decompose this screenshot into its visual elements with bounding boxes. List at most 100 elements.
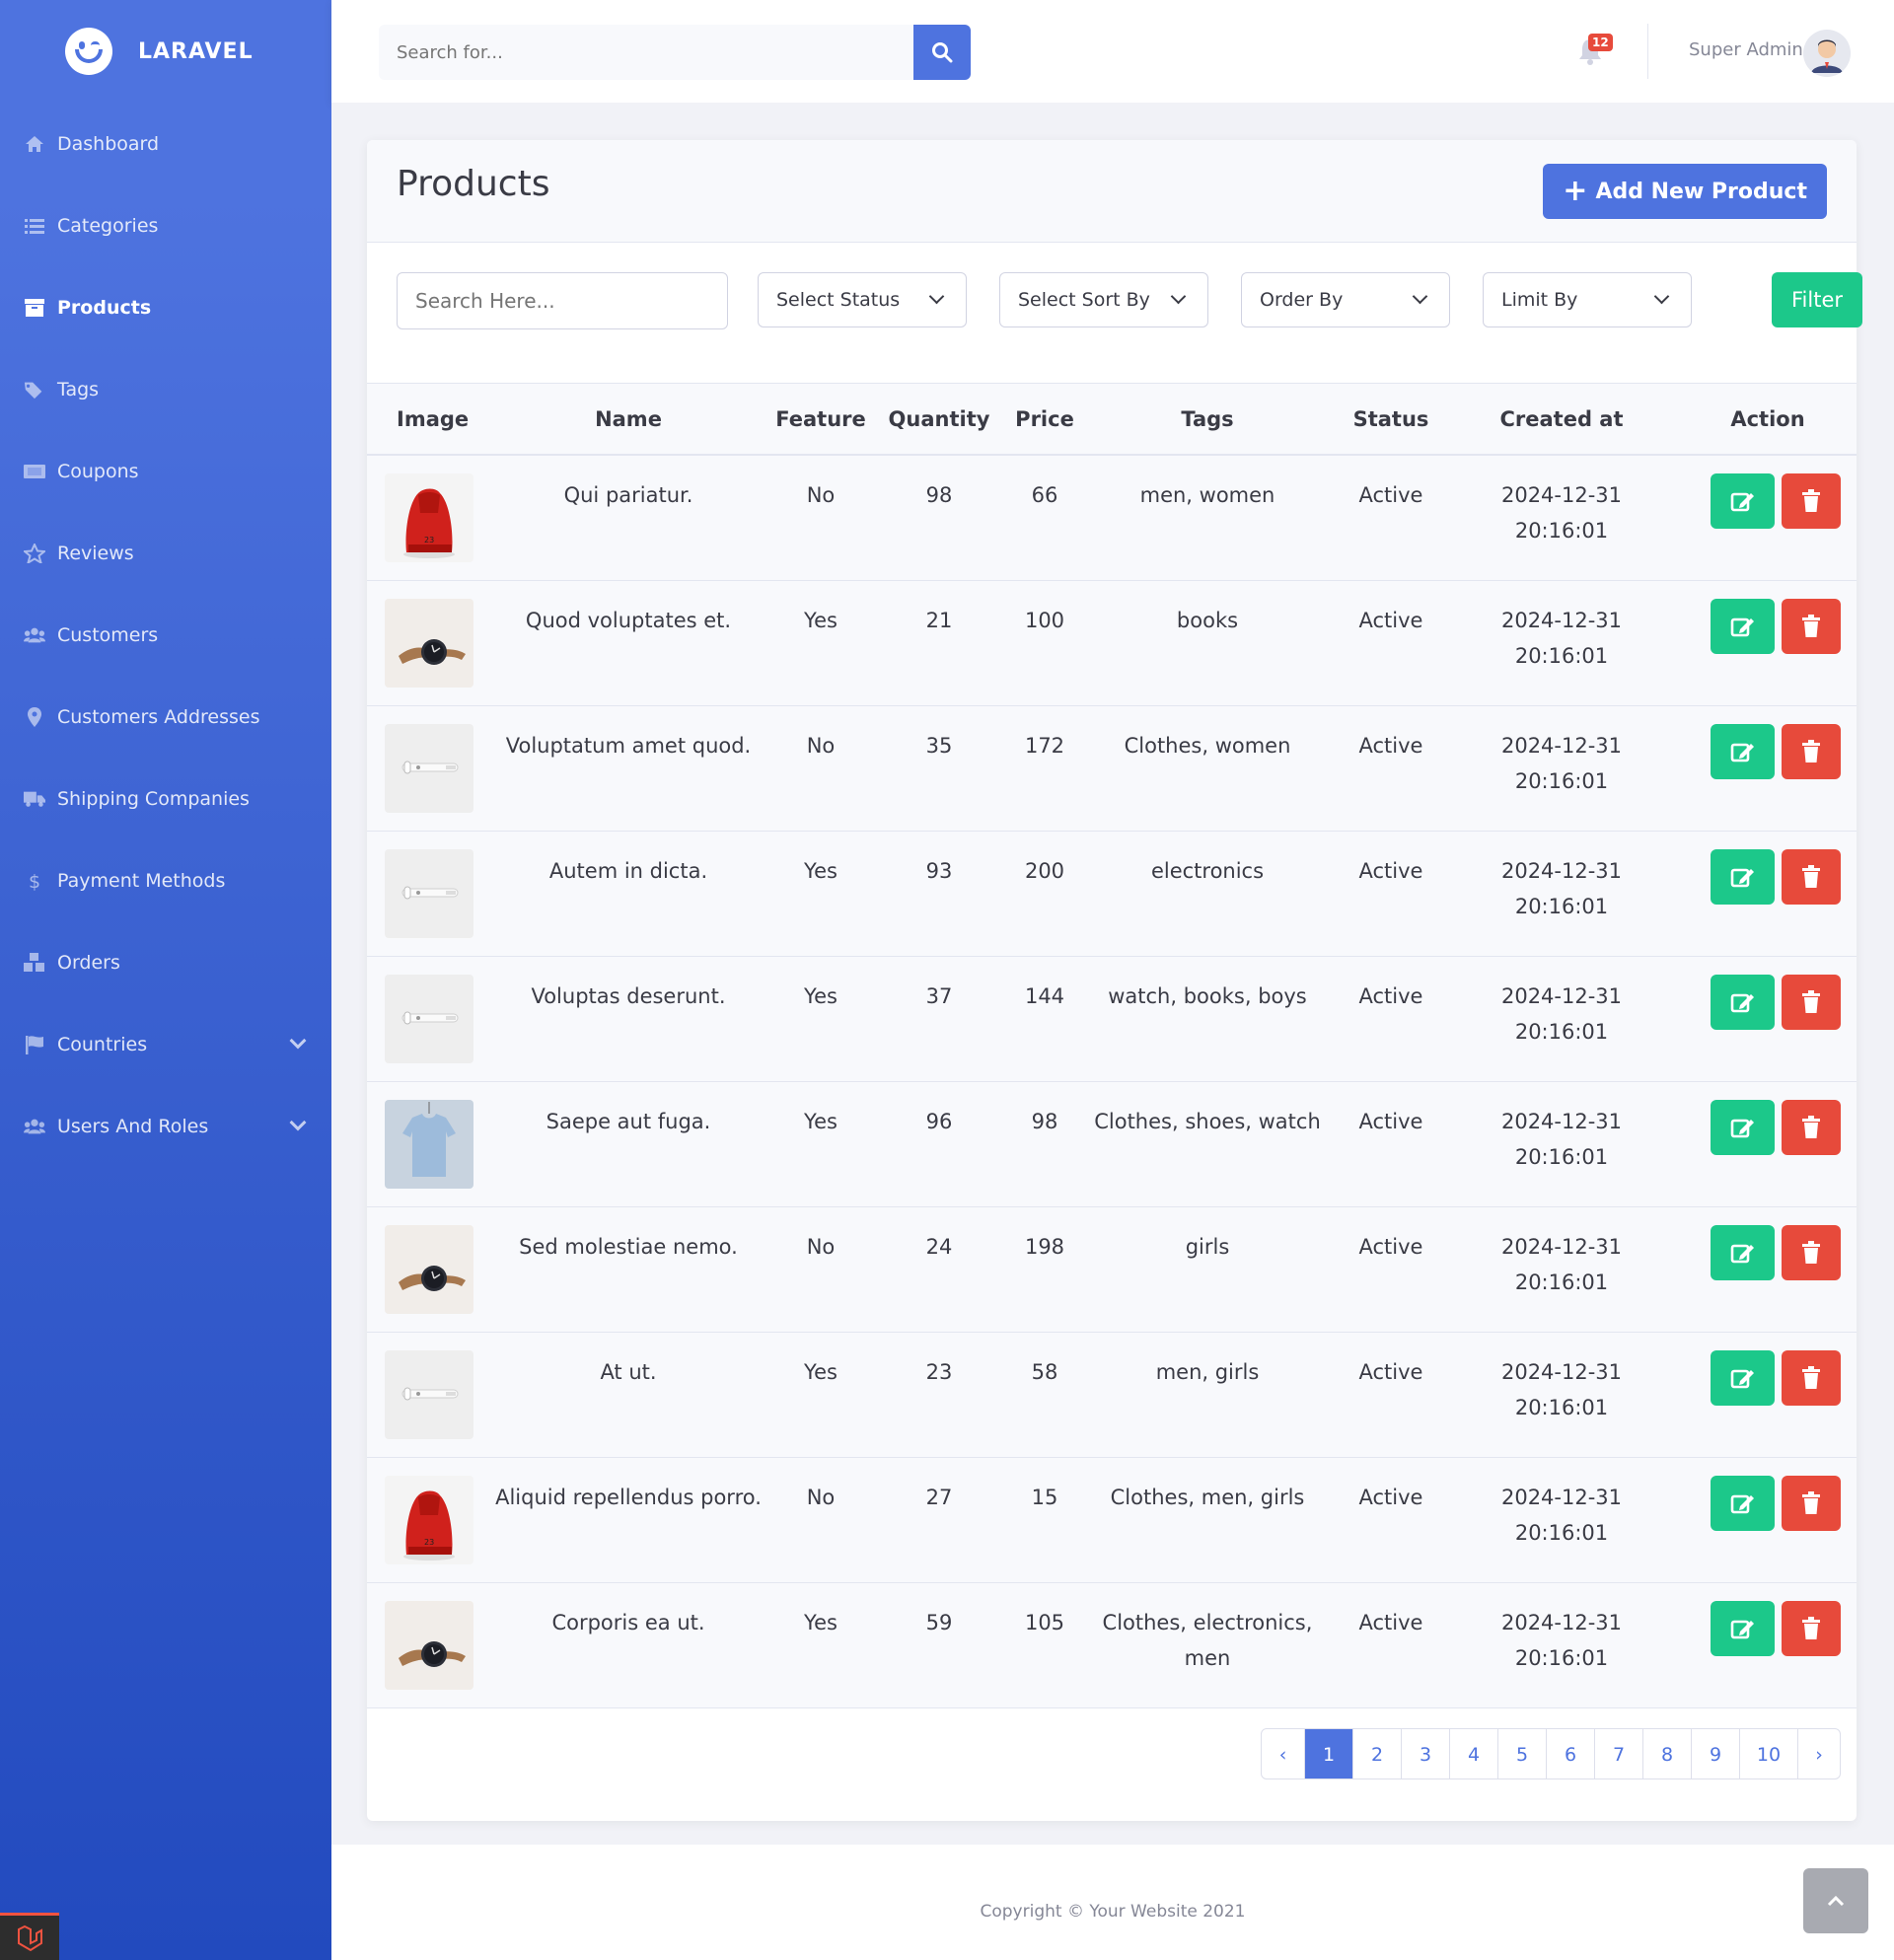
product-name: Aliquid repellendus porro. <box>495 1486 762 1509</box>
add-product-button[interactable]: + Add New Product <box>1543 164 1827 219</box>
sidebar-item-orders[interactable]: Orders <box>0 933 331 992</box>
product-created-at: 2024-12-31 20:16:01 <box>1458 1354 1665 1425</box>
delete-button[interactable] <box>1782 1601 1841 1656</box>
delete-button[interactable] <box>1782 1100 1841 1155</box>
filter-button[interactable]: Filter <box>1772 272 1862 327</box>
user-name[interactable]: Super Admin <box>1689 39 1803 60</box>
pagination-page-9[interactable]: 9 <box>1691 1729 1739 1779</box>
product-created-at: 2024-12-31 20:16:01 <box>1458 1104 1665 1175</box>
product-feature: No <box>806 734 836 758</box>
avatar[interactable] <box>1803 30 1851 77</box>
product-image <box>385 1601 474 1690</box>
edit-button[interactable] <box>1711 849 1775 905</box>
delete-button[interactable] <box>1782 1225 1841 1280</box>
order-by-select[interactable]: Order By <box>1241 272 1450 327</box>
table-row: At ut. Yes 23 58 men, girls Active 2024-12-31 2… <box>367 1333 1857 1458</box>
edit-icon <box>1730 615 1756 638</box>
chevron-down-icon <box>289 1114 307 1131</box>
pagination-page-4[interactable]: 4 <box>1449 1729 1497 1779</box>
delete-button[interactable] <box>1782 724 1841 779</box>
column-header-feature: Feature <box>775 407 866 431</box>
sidebar-item-tags[interactable]: Tags <box>0 360 331 419</box>
dollar-icon: $ <box>24 870 45 892</box>
product-feature: No <box>806 483 836 507</box>
product-quantity: 98 <box>925 483 953 507</box>
pagination-page-2[interactable]: 2 <box>1352 1729 1401 1779</box>
delete-button[interactable] <box>1782 975 1841 1030</box>
product-tags: Clothes, men, girls <box>1110 1486 1305 1509</box>
status-select[interactable]: Select Status <box>758 272 967 327</box>
sidebar: LARAVEL Dashboard Categories Products Tags C… <box>0 0 331 1960</box>
sidebar-item-customers[interactable]: Customers <box>0 606 331 665</box>
scroll-to-top-button[interactable] <box>1803 1868 1868 1933</box>
sidebar-item-reviews[interactable]: Reviews <box>0 524 331 583</box>
users-cog-icon <box>24 1116 45 1137</box>
pagination-page-7[interactable]: 7 <box>1594 1729 1642 1779</box>
sidebar-item-dashboard[interactable]: Dashboard <box>0 114 331 174</box>
edit-button[interactable] <box>1711 1225 1775 1280</box>
filter-bar: Select Status Select Sort By Order By Li… <box>397 272 1862 329</box>
created-date: 2024-12-31 <box>1500 1360 1623 1384</box>
sidebar-item-label: Tags <box>57 379 100 400</box>
edit-button[interactable] <box>1711 599 1775 654</box>
topbar-search-input[interactable] <box>379 25 913 80</box>
sort-by-select[interactable]: Select Sort By <box>999 272 1208 327</box>
chevron-down-icon <box>289 1032 307 1050</box>
pagination-page-6[interactable]: 6 <box>1546 1729 1594 1779</box>
created-date: 2024-12-31 <box>1500 984 1623 1008</box>
edit-button[interactable] <box>1711 1601 1775 1656</box>
edit-button[interactable] <box>1711 724 1775 779</box>
topbar-search-button[interactable] <box>913 25 971 80</box>
sidebar-item-customers-addresses[interactable]: Customers Addresses <box>0 688 331 747</box>
edit-icon <box>1730 1116 1756 1139</box>
edit-button[interactable] <box>1711 1350 1775 1406</box>
sidebar-item-label: Products <box>57 297 152 319</box>
product-price: 200 <box>1024 859 1065 883</box>
sidebar-item-products[interactable]: Products <box>0 278 331 337</box>
trash-icon <box>1801 1116 1821 1139</box>
limit-by-select[interactable]: Limit By <box>1483 272 1692 327</box>
product-tags: Clothes, shoes, watch <box>1094 1110 1321 1133</box>
sidebar-item-payment-methods[interactable]: $ Payment Methods <box>0 851 331 910</box>
sidebar-item-shipping-companies[interactable]: Shipping Companies <box>0 769 331 829</box>
table-row: Quod voluptates et. Yes 21 100 books Active 20… <box>367 581 1857 706</box>
delete-button[interactable] <box>1782 473 1841 529</box>
cubes-icon <box>24 952 45 974</box>
sidebar-item-users-and-roles[interactable]: Users And Roles <box>0 1097 331 1156</box>
edit-button[interactable] <box>1711 1100 1775 1155</box>
pagination-page-10[interactable]: 10 <box>1739 1729 1797 1779</box>
delete-button[interactable] <box>1782 1476 1841 1531</box>
delete-button[interactable] <box>1782 1350 1841 1406</box>
created-time: 20:16:01 <box>1514 1145 1609 1169</box>
ticket-icon <box>24 461 45 482</box>
edit-button[interactable] <box>1711 1476 1775 1531</box>
pagination-page-5[interactable]: 5 <box>1497 1729 1546 1779</box>
sidebar-item-categories[interactable]: Categories <box>0 196 331 255</box>
sidebar-item-coupons[interactable]: Coupons <box>0 442 331 501</box>
product-search-input[interactable] <box>397 272 728 329</box>
created-time: 20:16:01 <box>1514 1521 1609 1545</box>
sidebar-item-countries[interactable]: Countries <box>0 1015 331 1074</box>
delete-button[interactable] <box>1782 849 1841 905</box>
table-row: Autem in dicta. Yes 93 200 electronics Active… <box>367 832 1857 957</box>
edit-icon <box>1730 740 1756 763</box>
pagination-page-8[interactable]: 8 <box>1642 1729 1691 1779</box>
product-created-at: 2024-12-31 20:16:01 <box>1458 477 1665 548</box>
brand[interactable]: LARAVEL <box>0 0 331 103</box>
pagination-page-3[interactable]: 3 <box>1401 1729 1449 1779</box>
edit-button[interactable] <box>1711 975 1775 1030</box>
laravel-debugbar-icon[interactable] <box>0 1913 59 1960</box>
pagination-prev[interactable]: ‹ <box>1262 1729 1304 1779</box>
trash-icon <box>1801 1491 1821 1515</box>
column-header-price: Price <box>1015 407 1074 431</box>
product-tags: men, women <box>1139 483 1275 507</box>
sidebar-item-label: Countries <box>57 1034 148 1055</box>
pagination-next[interactable]: › <box>1797 1729 1840 1779</box>
product-status: Active <box>1358 984 1423 1008</box>
product-name: At ut. <box>600 1360 657 1384</box>
product-image <box>385 1100 474 1189</box>
edit-button[interactable] <box>1711 473 1775 529</box>
column-header-created-at: Created at <box>1499 407 1624 431</box>
delete-button[interactable] <box>1782 599 1841 654</box>
pagination-page-1[interactable]: 1 <box>1304 1729 1352 1779</box>
